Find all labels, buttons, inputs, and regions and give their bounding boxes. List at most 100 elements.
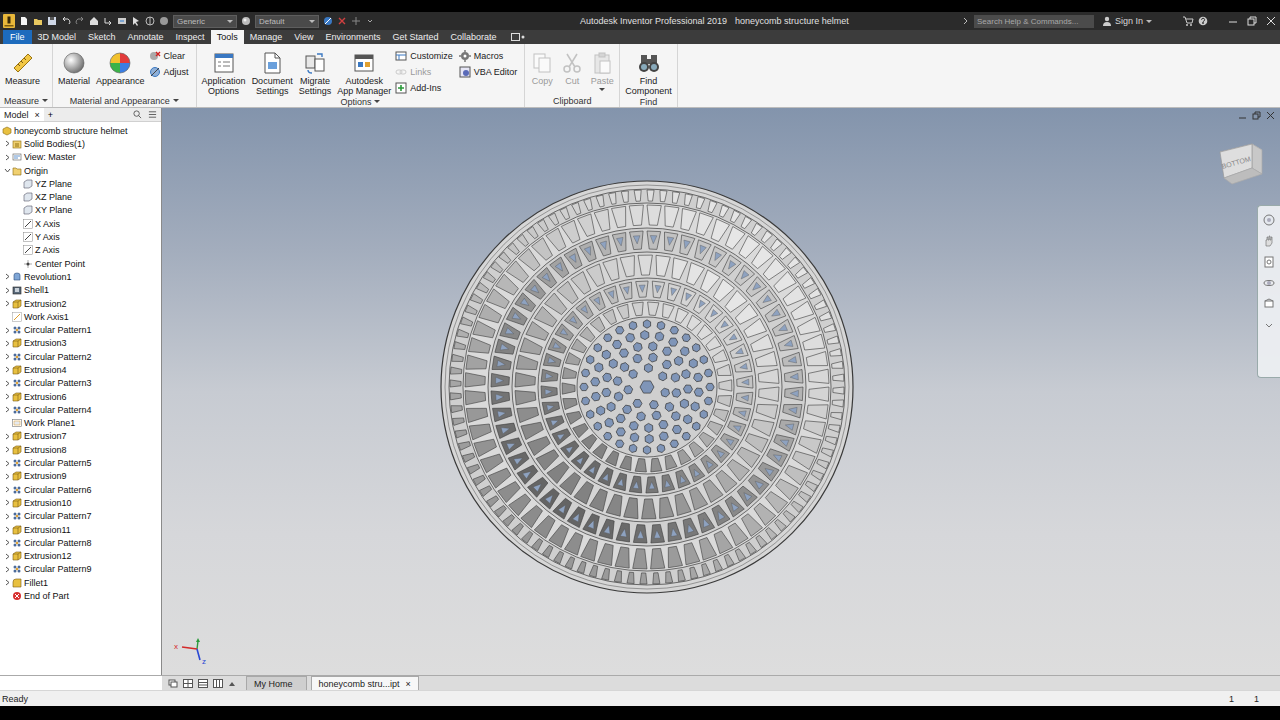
- chevron-right-icon[interactable]: [4, 539, 11, 546]
- undo-icon[interactable]: [61, 16, 71, 26]
- save-icon[interactable]: [47, 16, 57, 26]
- ribbon-button[interactable]: Measure: [3, 47, 42, 86]
- expand-toggle[interactable]: [3, 498, 12, 507]
- tree-item[interactable]: YZ Plane: [0, 177, 161, 190]
- minimize-view-icon[interactable]: [1238, 111, 1247, 120]
- ribbon-tab[interactable]: Get Started: [387, 30, 445, 44]
- dropdown-arrow-icon[interactable]: [309, 20, 315, 23]
- tree-item[interactable]: Extrusion10: [0, 496, 161, 509]
- cascade-icon[interactable]: [168, 679, 178, 688]
- tree-item[interactable]: Extrusion2: [0, 297, 161, 310]
- expand-toggle[interactable]: [3, 379, 12, 388]
- expand-toggle[interactable]: [3, 365, 12, 374]
- view-cube[interactable]: BOTTOM: [1216, 138, 1266, 188]
- ribbon-tab[interactable]: 3D Model: [32, 30, 83, 44]
- expand-toggle[interactable]: [3, 459, 12, 468]
- close-document-button[interactable]: ×: [406, 679, 411, 689]
- chevron-right-icon[interactable]: [4, 140, 11, 147]
- panel-title[interactable]: Material and Appearance: [53, 94, 196, 107]
- add-tab-button[interactable]: +: [44, 110, 57, 120]
- tree-item[interactable]: Extrusion7: [0, 430, 161, 443]
- tree-item[interactable]: Circular Pattern7: [0, 510, 161, 523]
- home-icon[interactable]: [89, 16, 99, 26]
- material-combo[interactable]: Generic: [173, 15, 237, 28]
- open-icon[interactable]: [33, 16, 43, 26]
- tile-vertical-icon[interactable]: [213, 679, 223, 688]
- ribbon-small-button[interactable]: Customize: [395, 49, 453, 63]
- chevron-right-icon[interactable]: [4, 340, 11, 347]
- tree-item[interactable]: Y Axis: [0, 230, 161, 243]
- chevron-right-icon[interactable]: [4, 327, 11, 334]
- document-tab[interactable]: My Home: [246, 676, 307, 690]
- close-tab-button[interactable]: ×: [35, 110, 40, 120]
- chevron-right-icon[interactable]: [4, 154, 11, 161]
- expand-toggle[interactable]: [3, 166, 12, 175]
- expand-toggle[interactable]: [3, 525, 12, 534]
- ribbon-button[interactable]: AutodeskApp Manager: [335, 47, 393, 96]
- ribbon-tab[interactable]: Tools: [211, 30, 244, 44]
- chevron-right-icon[interactable]: [4, 406, 11, 413]
- ribbon-small-button[interactable]: Add-Ins: [395, 81, 453, 95]
- tree-item[interactable]: Circular Pattern9: [0, 563, 161, 576]
- update-icon[interactable]: [117, 16, 127, 26]
- chevron-right-icon[interactable]: [4, 446, 11, 453]
- tree-item[interactable]: Circular Pattern8: [0, 536, 161, 549]
- tree-item[interactable]: End of Part: [0, 589, 161, 602]
- ribbon-tab[interactable]: Inspect: [170, 30, 211, 44]
- chevron-right-icon[interactable]: [4, 433, 11, 440]
- restore-icon[interactable]: [1247, 16, 1257, 26]
- plus-icon[interactable]: [351, 16, 361, 26]
- minimize-icon[interactable]: [1228, 16, 1238, 26]
- sign-in-button[interactable]: Sign In: [1102, 16, 1178, 26]
- tree-item[interactable]: Solid Bodies(1): [0, 137, 161, 150]
- expand-toggle[interactable]: [3, 339, 12, 348]
- chevron-right-icon[interactable]: [4, 566, 11, 573]
- expand-toggle[interactable]: [3, 552, 12, 561]
- chevron-right-icon[interactable]: [4, 579, 11, 586]
- ribbon-tab[interactable]: View: [288, 30, 319, 44]
- restore-view-icon[interactable]: [1252, 111, 1261, 120]
- tree-item[interactable]: Work Plane1: [0, 417, 161, 430]
- look-at-icon[interactable]: [1263, 298, 1275, 310]
- tree-item[interactable]: Extrusion3: [0, 337, 161, 350]
- sign-in-label[interactable]: Sign In: [1115, 16, 1143, 26]
- tree-item[interactable]: View: Master: [0, 151, 161, 164]
- helmet-model[interactable]: [162, 108, 1280, 675]
- chevron-right-icon[interactable]: [4, 380, 11, 387]
- ribbon-button[interactable]: DocumentSettings: [250, 47, 295, 96]
- expand-toggle[interactable]: [3, 272, 12, 281]
- help-icon[interactable]: [1198, 16, 1210, 26]
- close-icon[interactable]: [1266, 16, 1276, 26]
- tile-icon[interactable]: [183, 679, 193, 688]
- ribbon-tab[interactable]: Sketch: [82, 30, 122, 44]
- chevron-right-icon[interactable]: [4, 393, 11, 400]
- file-menu-tab[interactable]: File: [3, 30, 32, 44]
- search-icon[interactable]: [133, 110, 142, 119]
- tree-item[interactable]: Extrusion4: [0, 363, 161, 376]
- chevron-right-icon[interactable]: [4, 460, 11, 467]
- chevron-right-icon[interactable]: [4, 300, 11, 307]
- ribbon-display-icon[interactable]: [511, 33, 525, 41]
- expand-toggle[interactable]: [3, 565, 12, 574]
- expand-toggle[interactable]: [3, 139, 12, 148]
- ribbon-small-button[interactable]: Adjust: [149, 65, 189, 79]
- expand-toggle[interactable]: [3, 432, 12, 441]
- model-tab[interactable]: Model×: [0, 108, 44, 121]
- expand-toggle[interactable]: [3, 445, 12, 454]
- tree-item[interactable]: Extrusion12: [0, 550, 161, 563]
- ribbon-tab[interactable]: Manage: [244, 30, 289, 44]
- ribbon-tab[interactable]: Annotate: [122, 30, 170, 44]
- chevron-right-icon[interactable]: [4, 499, 11, 506]
- tile-horizontal-icon[interactable]: [198, 679, 208, 688]
- close-view-icon[interactable]: [1266, 111, 1275, 120]
- expand-toggle[interactable]: [3, 538, 12, 547]
- chevron-right-icon[interactable]: [4, 513, 11, 520]
- help-search-field[interactable]: [974, 15, 1094, 28]
- appearance-combo[interactable]: Default: [255, 15, 319, 28]
- ribbon-tab[interactable]: Environments: [320, 30, 387, 44]
- ribbon-button[interactable]: Material: [56, 47, 92, 86]
- tree-item[interactable]: Circular Pattern1: [0, 323, 161, 336]
- chevron-right-icon[interactable]: [4, 526, 11, 533]
- chevron-right-icon[interactable]: [4, 486, 11, 493]
- tree-item[interactable]: Extrusion6: [0, 390, 161, 403]
